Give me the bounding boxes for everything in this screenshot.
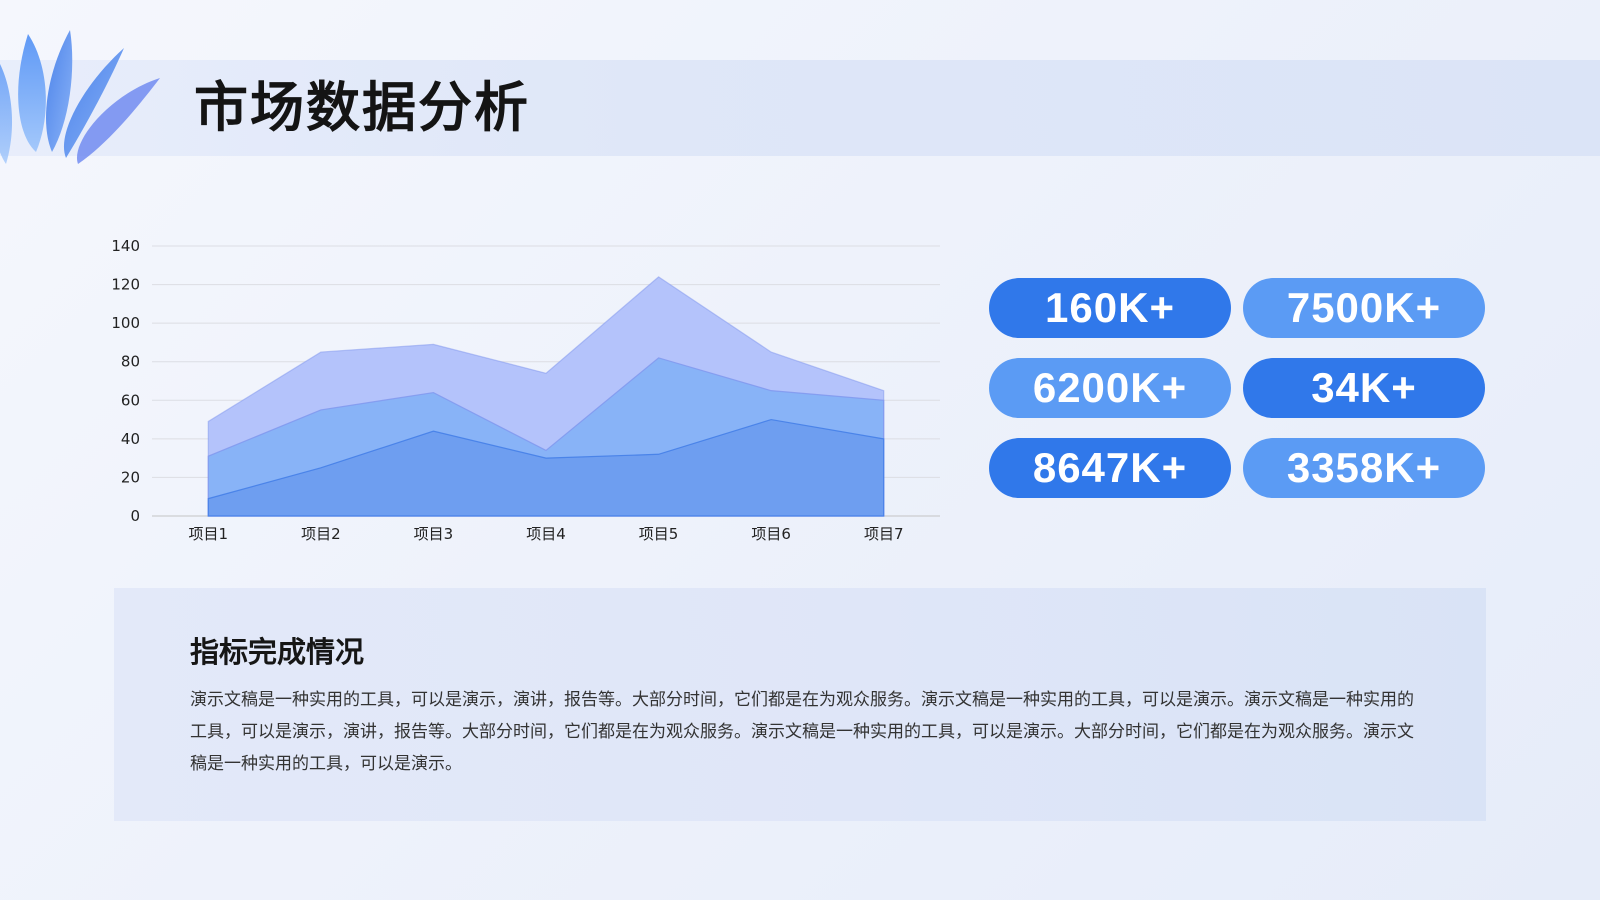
stat-pill: 160K+ (989, 278, 1231, 338)
area-chart: 0 20 40 60 80 100 120 140 项目1 项目2 项目3 项目4 项目5 项目6 项目7 (111, 237, 940, 543)
x-tick-label: 项目4 (526, 525, 566, 543)
y-tick-label: 140 (111, 237, 140, 255)
stat-pill: 7500K+ (1243, 278, 1485, 338)
y-tick-label: 80 (121, 353, 140, 371)
summary-text: 演示文稿是一种实用的工具，可以是演示，演讲，报告等。大部分时间，它们都是在为观众… (190, 690, 1414, 774)
stat-pill: 3358K+ (1243, 438, 1485, 498)
x-tick-label: 项目6 (751, 525, 791, 543)
page-title: 市场数据分析 (194, 76, 530, 139)
stat-pill: 6200K+ (989, 358, 1231, 418)
x-tick-label: 项目1 (189, 525, 229, 543)
summary-panel: 指标完成情况 演示文稿是一种实用的工具，可以是演示，演讲，报告等。大部分时间，它… (114, 588, 1486, 821)
stat-pill: 34K+ (1243, 358, 1485, 418)
x-tick-label: 项目5 (639, 525, 679, 543)
stat-pill: 8647K+ (989, 438, 1231, 498)
stat-grid: 160K+ 7500K+ 6200K+ 34K+ 8647K+ 3358K+ (989, 278, 1485, 498)
x-tick-label: 项目2 (301, 525, 341, 543)
y-tick-label: 100 (111, 314, 140, 332)
summary-title: 指标完成情况 (190, 635, 365, 669)
y-tick-label: 20 (121, 468, 140, 486)
area-series (207, 276, 885, 517)
y-tick-label: 120 (111, 276, 140, 294)
y-tick-label: 0 (130, 507, 140, 525)
y-tick-label: 60 (121, 391, 140, 409)
x-tick-label: 项目3 (414, 525, 454, 543)
x-tick-label: 项目7 (864, 525, 904, 543)
y-tick-label: 40 (121, 430, 140, 448)
leaf-decoration-icon (0, 30, 160, 164)
